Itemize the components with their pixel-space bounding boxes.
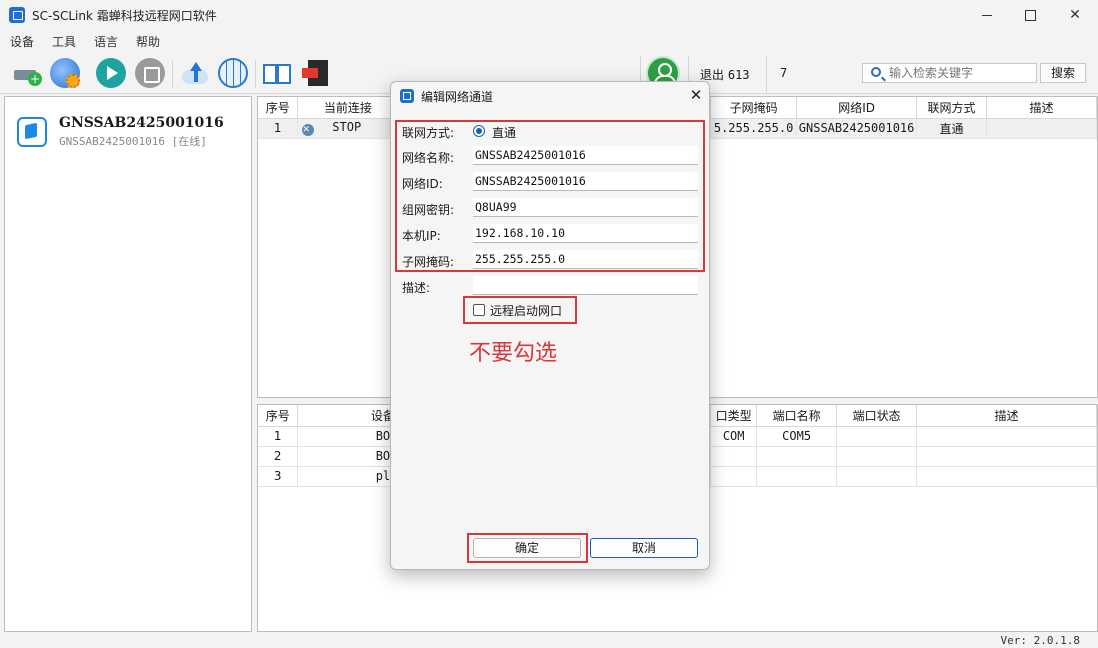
network-id-cell: GNSSAB2425001016 xyxy=(796,118,918,139)
desc-cell xyxy=(916,466,1097,487)
menu-device[interactable]: 设备 xyxy=(10,33,34,50)
desc-cell xyxy=(916,426,1097,447)
highlight-frame-fields xyxy=(395,120,705,272)
toolbar-divider xyxy=(766,56,767,92)
minimize-button[interactable] xyxy=(964,0,1010,30)
edit-network-channel-dialog: 编辑网络通道 ✕ 联网方式: 直通 网络名称: 网络ID: 组网密钥: 本机IP… xyxy=(390,81,710,570)
toolbar-divider xyxy=(255,60,256,88)
globe-icon[interactable] xyxy=(218,58,248,88)
menu-language[interactable]: 语言 xyxy=(94,33,118,50)
do-not-check-annotation: 不要勾选 xyxy=(469,341,558,366)
port-status-cell xyxy=(836,466,918,487)
port-status-cell xyxy=(836,446,918,467)
maximize-button[interactable] xyxy=(1007,0,1053,30)
network-settings-icon[interactable] xyxy=(50,58,80,88)
menu-help[interactable]: 帮助 xyxy=(136,33,160,50)
port-name-cell: COM5 xyxy=(756,426,838,447)
search-box xyxy=(862,63,1037,83)
stop-status-icon: ✕ xyxy=(302,124,315,136)
search-button[interactable]: 搜索 xyxy=(1040,63,1086,83)
title-bar: SC-SCLink 霜蝉科技远程网口软件 ✕ xyxy=(0,0,1098,30)
dialog-title: 编辑网络通道 xyxy=(421,90,494,104)
menu-bar: 设备 工具 语言 帮助 xyxy=(0,30,1098,50)
subnet-cell: 5.255.255.0 xyxy=(710,118,798,139)
column-header[interactable]: 描述 xyxy=(986,97,1097,119)
add-device-icon[interactable]: + xyxy=(12,58,42,88)
search-icon xyxy=(871,67,881,77)
toolbar-divider xyxy=(172,60,173,88)
column-header[interactable]: 网络ID xyxy=(796,97,918,119)
app-icon xyxy=(9,7,25,23)
device-cube-icon xyxy=(17,117,47,147)
mode-cell: 直通 xyxy=(916,118,988,139)
window-title: SC-SCLink 霜蝉科技远程网口软件 xyxy=(32,9,217,23)
column-header[interactable]: 描述 xyxy=(916,405,1097,427)
desc-cell xyxy=(916,446,1097,467)
port-type-cell: COM xyxy=(710,426,758,447)
logout-label: 退出 xyxy=(700,68,725,82)
description-label: 描述: xyxy=(402,281,431,295)
column-header[interactable]: 联网方式 xyxy=(916,97,988,119)
description-field[interactable] xyxy=(473,276,698,295)
online-count: 7 xyxy=(780,66,788,80)
close-window-button[interactable]: ✕ xyxy=(1052,0,1098,30)
stop-icon[interactable] xyxy=(135,58,165,88)
column-header[interactable]: 端口名称 xyxy=(756,405,838,427)
logout-button[interactable]: 退出 613 xyxy=(700,66,750,83)
port-status-cell xyxy=(836,426,918,447)
upload-icon[interactable] xyxy=(180,58,210,88)
dialog-close-icon[interactable]: ✕ xyxy=(685,85,707,105)
column-header[interactable]: 口类型 xyxy=(710,405,758,427)
device-name: GNSSAB2425001016 xyxy=(59,115,224,131)
logout-count: 613 xyxy=(727,68,750,82)
row-index: 1 xyxy=(258,118,299,139)
search-input[interactable] xyxy=(889,65,1034,81)
dialog-app-icon xyxy=(400,89,414,103)
cancel-button[interactable]: 取消 xyxy=(590,538,698,558)
manual-book-icon[interactable] xyxy=(262,58,292,88)
device-list-panel: GNSSAB2425001016 GNSSAB2425001016 [在线] xyxy=(4,96,252,632)
device-status: GNSSAB2425001016 [在线] xyxy=(59,135,207,148)
port-name-cell xyxy=(756,466,838,487)
row-index: 1 xyxy=(258,426,299,447)
column-header[interactable]: 序号 xyxy=(258,97,299,119)
highlight-frame-confirm xyxy=(467,533,588,563)
column-header[interactable]: 序号 xyxy=(258,405,299,427)
menu-tools[interactable]: 工具 xyxy=(52,33,76,50)
port-type-cell xyxy=(710,466,758,487)
port-type-cell xyxy=(710,446,758,467)
start-icon[interactable] xyxy=(96,58,126,88)
port-name-cell xyxy=(756,446,838,467)
column-header[interactable]: 当前连接 xyxy=(297,97,399,119)
desc-cell xyxy=(986,118,1097,139)
column-header[interactable]: 端口状态 xyxy=(836,405,918,427)
exit-door-icon[interactable] xyxy=(302,58,332,88)
connection-cell: ✕ STOP xyxy=(297,118,399,139)
column-header[interactable]: 子网掩码 xyxy=(710,97,798,119)
highlight-frame-checkbox xyxy=(463,296,577,324)
version-label: Ver: 2.0.1.8 xyxy=(1000,634,1080,647)
row-index: 2 xyxy=(258,446,299,467)
row-index: 3 xyxy=(258,466,299,487)
